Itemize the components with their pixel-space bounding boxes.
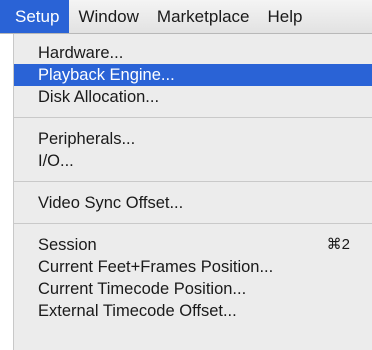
menu-item-current-timecode-label: Current Timecode Position... bbox=[38, 280, 247, 298]
menubar-setup[interactable]: Setup bbox=[0, 0, 70, 33]
menu-item-io[interactable]: I/O... bbox=[14, 150, 372, 172]
menu-item-session-label: Session bbox=[38, 236, 97, 254]
menu-item-peripherals[interactable]: Peripherals... bbox=[14, 128, 372, 150]
menu-item-playback-engine-label: Playback Engine... bbox=[38, 66, 175, 84]
menu-item-hardware-label: Hardware... bbox=[38, 44, 124, 62]
menu-item-video-sync-offset-label: Video Sync Offset... bbox=[38, 194, 184, 212]
menubar-help[interactable]: Help bbox=[259, 0, 312, 33]
session-shortcut: ⌘2 bbox=[326, 236, 350, 253]
menu-separator bbox=[14, 117, 372, 118]
menu-item-hardware[interactable]: Hardware... bbox=[14, 42, 372, 64]
menu-item-video-sync-offset[interactable]: Video Sync Offset... bbox=[14, 192, 372, 214]
menu-item-current-feet-frames-label: Current Feet+Frames Position... bbox=[38, 258, 274, 276]
menu-item-external-timecode-offset[interactable]: External Timecode Offset... bbox=[14, 300, 372, 322]
menu-item-disk-allocation-label: Disk Allocation... bbox=[38, 88, 160, 106]
menubar-marketplace[interactable]: Marketplace bbox=[148, 0, 259, 33]
menu-item-disk-allocation[interactable]: Disk Allocation... bbox=[14, 86, 372, 108]
menu-item-peripherals-label: Peripherals... bbox=[38, 130, 136, 148]
menu-separator bbox=[14, 223, 372, 224]
menu-item-playback-engine[interactable]: Playback Engine... bbox=[14, 64, 372, 86]
menu-item-io-label: I/O... bbox=[38, 152, 74, 170]
menubar-window[interactable]: Window bbox=[69, 0, 147, 33]
menu-item-external-timecode-offset-label: External Timecode Offset... bbox=[38, 302, 237, 320]
menu-bar: Setup Window Marketplace Help bbox=[0, 0, 372, 34]
setup-dropdown-menu: Hardware... Playback Engine... Disk Allo… bbox=[14, 34, 372, 350]
menu-item-session[interactable]: Session ⌘2 bbox=[14, 234, 372, 256]
menu-item-current-feet-frames-position[interactable]: Current Feet+Frames Position... bbox=[14, 256, 372, 278]
menu-item-current-timecode-position[interactable]: Current Timecode Position... bbox=[14, 278, 372, 300]
menu-separator bbox=[14, 181, 372, 182]
